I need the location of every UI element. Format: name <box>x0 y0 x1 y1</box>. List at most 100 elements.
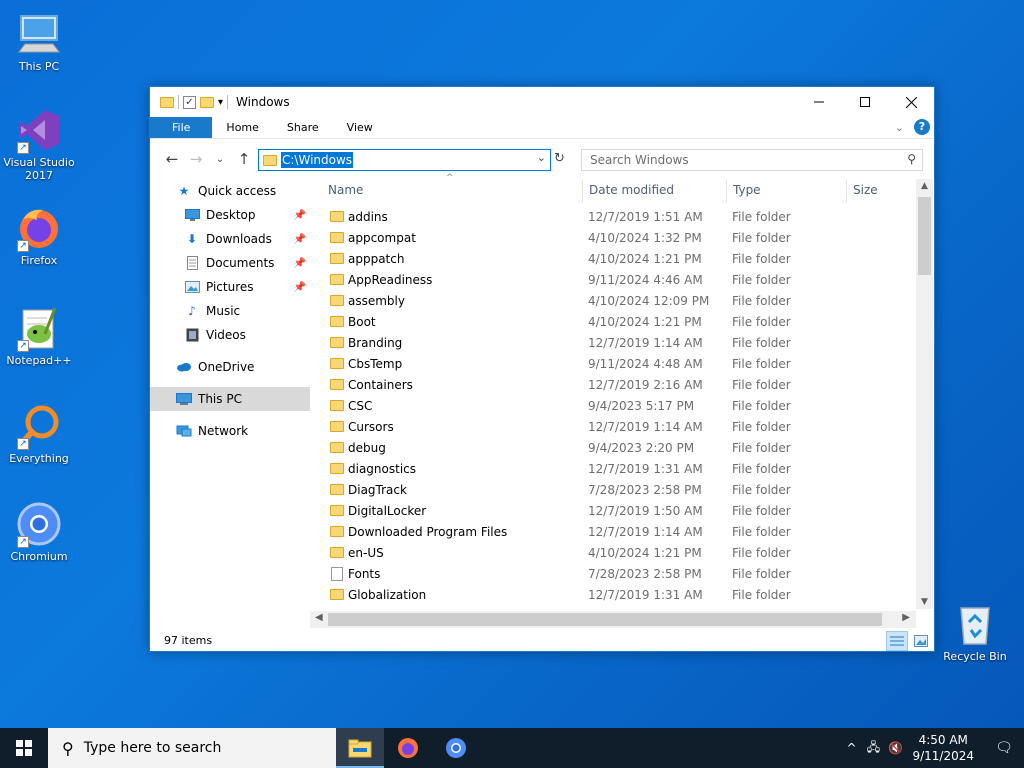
table-row[interactable]: Containers 12/7/2019 2:16 AM File folder <box>318 375 918 396</box>
scroll-up-icon[interactable]: ▲ <box>916 181 933 191</box>
help-icon[interactable]: ? <box>914 119 930 135</box>
back-arrow-icon[interactable]: ← <box>160 150 184 168</box>
tab-share[interactable]: Share <box>273 117 333 138</box>
scroll-right-icon[interactable]: ▶ <box>902 612 910 623</box>
vertical-scrollbar[interactable]: ▲ ▼ <box>916 179 933 609</box>
nav-onedrive[interactable]: OneDrive <box>150 355 310 379</box>
column-header-size[interactable]: Size <box>853 183 878 197</box>
column-header-name[interactable]: Name <box>328 183 363 197</box>
table-row[interactable]: CSC 9/4/2023 5:17 PM File folder <box>318 396 918 417</box>
up-arrow-icon[interactable]: ↑ <box>232 150 256 168</box>
details-view-button[interactable] <box>886 631 908 651</box>
computer-icon <box>15 10 63 58</box>
table-row[interactable]: AppReadiness 9/11/2024 4:46 AM File folder <box>318 270 918 291</box>
address-bar[interactable]: C:\Windows ⌄ <box>258 149 551 171</box>
recent-locations-chevron-icon[interactable]: ⌄ <box>208 154 232 165</box>
taskbar-chromium[interactable] <box>432 728 480 768</box>
address-text[interactable]: C:\Windows <box>281 152 354 168</box>
pin-icon[interactable]: 📌 <box>294 258 306 269</box>
explorer-body: ★ Quick access Desktop 📌 ⬇ Downloads 📌 D… <box>150 173 934 627</box>
column-header-date[interactable]: Date modified <box>589 183 674 197</box>
column-divider[interactable] <box>726 179 727 203</box>
table-row[interactable]: debug 9/4/2023 2:20 PM File folder <box>318 438 918 459</box>
column-divider[interactable] <box>582 179 583 203</box>
desktop-icon-this-pc[interactable]: This PC <box>1 10 77 73</box>
pin-icon[interactable]: 📌 <box>294 210 306 221</box>
maximize-button[interactable] <box>842 87 888 117</box>
refresh-icon[interactable]: ↻ <box>554 151 565 166</box>
nav-network[interactable]: Network <box>150 419 310 443</box>
table-row[interactable]: DigitalLocker 12/7/2019 1:50 AM File folde… <box>318 501 918 522</box>
window-title: Windows <box>236 95 290 109</box>
file-name: Boot <box>348 315 376 329</box>
nav-desktop[interactable]: Desktop 📌 <box>150 203 310 227</box>
expand-ribbon-chevron-icon[interactable]: ⌄ <box>895 121 904 134</box>
nav-videos[interactable]: Videos <box>150 323 310 347</box>
network-icon[interactable]: 🖧 <box>862 738 884 759</box>
nav-pictures[interactable]: Pictures 📌 <box>150 275 310 299</box>
folder-icon <box>330 232 344 243</box>
desktop-icon-everything[interactable]: ↗ Everything <box>1 402 77 465</box>
close-button[interactable] <box>888 87 934 117</box>
taskbar-search-box[interactable]: ⚲ Type here to search <box>48 728 336 768</box>
properties-icon[interactable]: ✓ <box>183 95 196 109</box>
notifications-icon[interactable]: 🗨 <box>984 740 1024 756</box>
file-type: File folder <box>732 357 791 371</box>
table-row[interactable]: en-US 4/10/2024 1:21 PM File folder <box>318 543 918 564</box>
pin-icon[interactable]: 📌 <box>294 282 306 293</box>
nav-music[interactable]: ♪ Music <box>150 299 310 323</box>
desktop-icon-firefox[interactable]: ↗ Firefox <box>1 204 77 267</box>
search-icon: ⚲ <box>62 738 74 758</box>
search-box[interactable]: Search Windows ⚲ <box>581 149 923 171</box>
maximize-icon <box>860 97 870 107</box>
document-icon <box>331 567 343 581</box>
tab-file[interactable]: File <box>150 117 213 138</box>
table-row[interactable]: Branding 12/7/2019 1:14 AM File folder <box>318 333 918 354</box>
horizontal-scrollbar[interactable]: ◀ ▶ <box>310 611 916 628</box>
table-row[interactable]: Cursors 12/7/2019 1:14 AM File folder <box>318 417 918 438</box>
desktop-icon-chromium[interactable]: ↗ Chromium <box>1 500 77 563</box>
table-row[interactable]: Globalization 12/7/2019 1:31 AM File folde… <box>318 585 918 606</box>
table-row[interactable]: apppatch 4/10/2024 1:21 PM File folder <box>318 249 918 270</box>
show-hidden-icons-chevron-icon[interactable]: ^ <box>840 741 862 755</box>
start-button[interactable] <box>0 728 48 768</box>
taskbar-firefox[interactable] <box>384 728 432 768</box>
taskbar-file-explorer[interactable] <box>336 728 384 768</box>
scroll-thumb[interactable] <box>328 613 882 626</box>
desktop-icon-visual-studio[interactable]: ↗ Visual Studio 2017 <box>1 106 77 182</box>
pictures-icon <box>184 280 200 294</box>
table-row[interactable]: Downloaded Program Files 12/7/2019 1:14 A… <box>318 522 918 543</box>
table-row[interactable]: addins 12/7/2019 1:51 AM File folder <box>318 207 918 228</box>
new-folder-icon[interactable] <box>200 96 214 108</box>
customize-toolbar-chevron-icon[interactable]: ▾ <box>218 97 223 108</box>
pin-icon[interactable]: 📌 <box>294 234 306 245</box>
scroll-down-icon[interactable]: ▼ <box>916 597 933 607</box>
table-row[interactable]: diagnostics 12/7/2019 1:31 AM File folder <box>318 459 918 480</box>
table-row[interactable]: CbsTemp 9/11/2024 4:48 AM File folder <box>318 354 918 375</box>
nav-label: Pictures <box>206 280 254 294</box>
nav-documents[interactable]: Documents 📌 <box>150 251 310 275</box>
column-divider[interactable] <box>846 179 847 203</box>
tab-view[interactable]: View <box>333 117 387 138</box>
clock[interactable]: 4:50 AM 9/11/2024 <box>906 732 984 764</box>
nav-downloads[interactable]: ⬇ Downloads 📌 <box>150 227 310 251</box>
minimize-button[interactable] <box>796 87 842 117</box>
scroll-left-icon[interactable]: ◀ <box>315 612 323 623</box>
address-dropdown-chevron-icon[interactable]: ⌄ <box>537 151 546 164</box>
large-icons-view-button[interactable] <box>910 631 932 651</box>
table-row[interactable]: Fonts 7/28/2023 2:58 PM File folder <box>318 564 918 585</box>
table-row[interactable]: DiagTrack 7/28/2023 2:58 PM File folder <box>318 480 918 501</box>
desktop-icon-notepadpp[interactable]: ↗ Notepad++ <box>1 304 77 367</box>
column-header-type[interactable]: Type <box>733 183 761 197</box>
volume-muted-icon[interactable]: 🔇 <box>884 741 906 755</box>
scroll-thumb[interactable] <box>918 197 931 275</box>
table-row[interactable]: assembly 4/10/2024 12:09 PM File folder <box>318 291 918 312</box>
nav-this-pc[interactable]: This PC <box>150 387 310 411</box>
table-row[interactable]: Boot 4/10/2024 1:21 PM File folder <box>318 312 918 333</box>
forward-arrow-icon[interactable]: → <box>184 150 208 168</box>
nav-quick-access[interactable]: ★ Quick access <box>150 179 310 203</box>
desktop-icon-recycle-bin[interactable]: Recycle Bin <box>937 600 1013 663</box>
table-row[interactable]: appcompat 4/10/2024 1:32 PM File folder <box>318 228 918 249</box>
tab-home[interactable]: Home <box>212 117 272 138</box>
firefox-icon: ↗ <box>15 204 63 252</box>
